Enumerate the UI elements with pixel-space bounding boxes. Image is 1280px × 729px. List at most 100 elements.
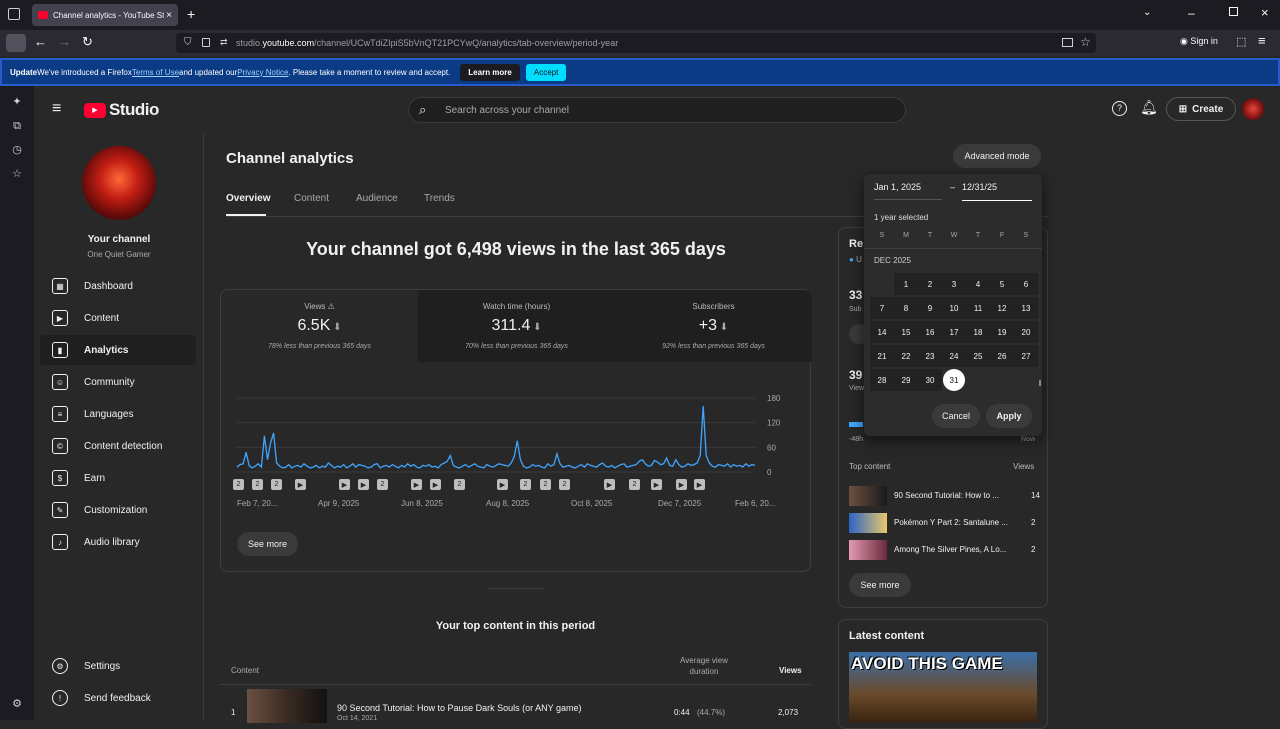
terms-of-use-link[interactable]: Terms of Use [132, 68, 179, 77]
row-thumbnail[interactable] [247, 689, 327, 723]
sidebar-item-audio-library[interactable]: ♪ Audio library [40, 527, 196, 557]
video-marker-icon[interactable]: ▶ [694, 479, 705, 490]
video-marker-icon[interactable]: ▶ [339, 479, 350, 490]
see-more-button[interactable]: See more [237, 532, 298, 556]
calendar-day[interactable]: 22 [894, 345, 918, 367]
tab-trends[interactable]: Trends [424, 193, 455, 204]
video-marker-icon[interactable]: 2 [377, 479, 388, 490]
new-tab-icon[interactable]: + [187, 6, 195, 22]
calendar-day[interactable]: 10 [942, 297, 966, 319]
calendar-day[interactable]: 18 [966, 321, 990, 343]
extensions-icon[interactable]: ⬚ [1236, 35, 1246, 48]
privacy-notice-link[interactable]: Privacy Notice [237, 68, 288, 77]
learn-more-button[interactable]: Learn more [460, 63, 520, 81]
start-date-input[interactable]: Jan 1, 2025 [874, 182, 942, 200]
calendar-day[interactable]: 20 [1014, 321, 1038, 343]
calendar-day[interactable]: 14 [870, 321, 894, 343]
video-marker-icon[interactable]: ▶ [676, 479, 687, 490]
video-marker-icon[interactable]: ▶ [295, 479, 306, 490]
bookmarks-icon[interactable]: ☆ [11, 168, 23, 180]
close-tab-icon[interactable]: × [166, 10, 172, 21]
stat-views[interactable]: Views ⚠ 6.5K ⬇ 78% less than previous 365 … [221, 290, 418, 362]
calendar-day[interactable]: 19 [990, 321, 1014, 343]
video-marker-icon[interactable]: 2 [233, 479, 244, 490]
calendar-day[interactable]: 6 [1014, 273, 1038, 295]
sign-in-button[interactable]: ◉ Sign in [1180, 36, 1218, 47]
calendar-day[interactable]: 9 [918, 297, 942, 319]
stat-watch[interactable]: Watch time (hours) 311.4 ⬇ 70% less than p… [418, 290, 615, 362]
top-content-item[interactable]: Pokémon Y Part 2: Santalune ... 2 [849, 513, 1039, 533]
notifications-icon[interactable]: 🔔︎ [1140, 99, 1158, 116]
video-marker-icon[interactable]: 2 [252, 479, 263, 490]
close-window-icon[interactable]: × [1261, 5, 1269, 20]
views-chart[interactable]: 180 120 60 0 Feb 7, 20... Apr 9, 2025 Jun 8, 2… [221, 386, 812, 536]
video-marker-icon[interactable]: ▶ [604, 479, 615, 490]
maximize-icon[interactable] [1229, 7, 1238, 16]
tab-audience[interactable]: Audience [356, 193, 398, 204]
sidebar-item-settings[interactable]: ⚙ Settings [40, 651, 196, 681]
calendar-day[interactable]: 23 [918, 345, 942, 367]
video-marker-icon[interactable]: 2 [559, 479, 570, 490]
calendar-day[interactable]: 25 [966, 345, 990, 367]
apply-button[interactable]: Apply [986, 404, 1032, 428]
calendar-day[interactable]: 5 [990, 273, 1014, 295]
studio-logo[interactable]: ▶ Studio [84, 100, 159, 120]
account-avatar[interactable] [1242, 98, 1264, 120]
calendar-day[interactable]: 7 [870, 297, 894, 319]
sidebar-toggle-icon[interactable] [6, 34, 26, 52]
calendar-day[interactable]: 15 [894, 321, 918, 343]
video-marker-icon[interactable]: 2 [540, 479, 551, 490]
reader-icon[interactable] [1062, 38, 1073, 47]
calendar-day[interactable]: 31 [943, 369, 965, 391]
url-text[interactable]: studio.youtube.com/channel/UCwTdiZIpiS5b… [236, 38, 618, 48]
menu-icon[interactable]: ≡ [1258, 33, 1266, 48]
calendar-day[interactable]: 16 [918, 321, 942, 343]
calendar-day[interactable]: 27 [1014, 345, 1038, 367]
sidebar-item-content[interactable]: ▶ Content [40, 303, 196, 333]
customize-sidebar-icon[interactable]: ⚙ [11, 698, 23, 710]
views-series-line[interactable] [236, 406, 756, 469]
row-title[interactable]: 90 Second Tutorial: How to Pause Dark So… [337, 703, 581, 713]
calendar-day[interactable]: 11 [966, 297, 990, 319]
sidebar-item-languages[interactable]: ≡ Languages [40, 399, 196, 429]
picker-scrollbar[interactable] [1039, 380, 1041, 386]
table-header-views[interactable]: Views [779, 666, 802, 675]
tab-overflow-icon[interactable]: ⌄ [1143, 7, 1151, 18]
video-marker-icon[interactable]: ▶ [497, 479, 508, 490]
sidebar-item-send-feedback[interactable]: ! Send feedback [40, 683, 196, 713]
video-marker-icon[interactable]: ▶ [358, 479, 369, 490]
latest-content-thumbnail[interactable]: AVOID THIS GAME [849, 652, 1037, 722]
forward-icon[interactable]: → [58, 34, 71, 49]
calendar-day[interactable]: 24 [942, 345, 966, 367]
calendar-day[interactable]: 1 [894, 273, 918, 295]
video-marker-icon[interactable]: ▶ [430, 479, 441, 490]
video-marker-icon[interactable]: 2 [454, 479, 465, 490]
sidebar-item-earn[interactable]: $ Earn [40, 463, 196, 493]
top-content-item[interactable]: Among The Silver Pines, A Lo... 2 [849, 540, 1039, 560]
lock-icon[interactable] [202, 38, 210, 47]
calendar-day[interactable]: 4 [966, 273, 990, 295]
bookmark-star-icon[interactable]: ☆ [1080, 35, 1091, 49]
video-marker-icon[interactable]: 2 [629, 479, 640, 490]
sidebar-item-customization[interactable]: ✎ Customization [40, 495, 196, 525]
tab-overview[interactable]: Overview [226, 193, 270, 204]
hamburger-menu-icon[interactable]: ≡ [52, 100, 61, 118]
calendar-day[interactable]: 13 [1014, 297, 1038, 319]
video-marker-icon[interactable]: 2 [271, 479, 282, 490]
sidebar-item-community[interactable]: ☺ Community [40, 367, 196, 397]
reload-icon[interactable]: ↻ [82, 34, 93, 50]
url-bar[interactable]: ⛉ ⇄ studio.youtube.com/channel/UCwTdiZIp… [176, 33, 1096, 53]
create-button[interactable]: ⊞ Create [1166, 97, 1236, 121]
cancel-button[interactable]: Cancel [932, 404, 980, 428]
calendar-day[interactable]: 2 [918, 273, 942, 295]
permissions-icon[interactable]: ⇄ [220, 37, 228, 48]
video-marker-icon[interactable]: ▶ [651, 479, 662, 490]
shield-icon[interactable]: ⛉ [184, 37, 192, 48]
warning-icon[interactable]: ⚠ [325, 302, 335, 311]
calendar-day[interactable]: 30 [918, 369, 942, 391]
synced-tabs-icon[interactable]: ⧉ [11, 120, 23, 132]
accept-button[interactable]: Accept [525, 63, 567, 81]
video-marker-icon[interactable]: ▶ [411, 479, 422, 490]
advanced-mode-button[interactable]: Advanced mode [953, 144, 1041, 168]
tab-content[interactable]: Content [294, 193, 329, 204]
